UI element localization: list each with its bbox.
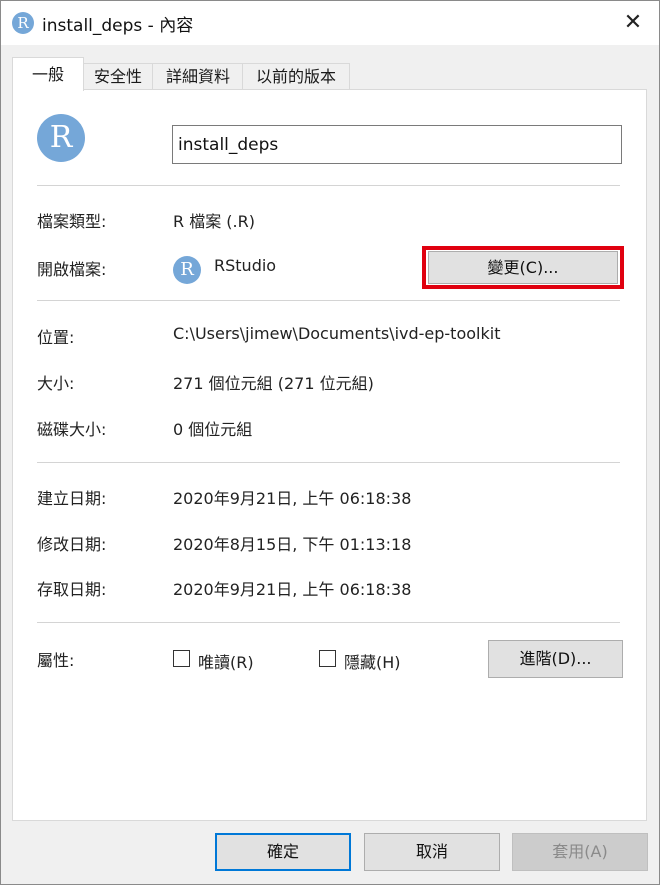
disk-size-label: 磁碟大小: bbox=[37, 420, 107, 439]
readonly-checkbox[interactable] bbox=[173, 650, 190, 667]
file-type-value: R 檔案 (.R) bbox=[173, 212, 255, 231]
r-file-icon: R bbox=[12, 12, 34, 34]
close-icon: ✕ bbox=[623, 10, 643, 35]
close-button[interactable]: ✕ bbox=[607, 1, 659, 45]
r-file-icon: R bbox=[37, 114, 85, 162]
cancel-button[interactable]: 取消 bbox=[364, 833, 500, 871]
created-label: 建立日期: bbox=[37, 489, 107, 508]
divider bbox=[37, 462, 620, 463]
accessed-label: 存取日期: bbox=[37, 580, 107, 599]
tab-general[interactable]: 一般 bbox=[12, 57, 84, 91]
hidden-label[interactable]: 隱藏(H) bbox=[344, 649, 401, 673]
file-type-label: 檔案類型: bbox=[37, 212, 107, 231]
title-bar: R install_deps - 內容 ✕ bbox=[1, 1, 659, 45]
tab-details[interactable]: 詳細資料 bbox=[152, 63, 244, 90]
hidden-checkbox[interactable] bbox=[319, 650, 336, 667]
rstudio-icon: R bbox=[173, 256, 201, 284]
attributes-label: 屬性: bbox=[37, 651, 75, 670]
accessed-value: 2020年9月21日, 上午 06:18:38 bbox=[173, 580, 412, 599]
divider bbox=[37, 300, 620, 301]
disk-size-value: 0 個位元組 bbox=[173, 420, 253, 439]
advanced-button[interactable]: 進階(D)... bbox=[488, 640, 623, 678]
general-panel bbox=[12, 89, 647, 821]
location-value: C:\Users\jimew\Documents\ivd-ep-toolkit bbox=[173, 324, 501, 343]
ok-button[interactable]: 確定 bbox=[215, 833, 351, 871]
file-name-input[interactable] bbox=[172, 125, 622, 164]
opens-with-app: RStudio bbox=[214, 256, 277, 275]
modified-label: 修改日期: bbox=[37, 535, 107, 554]
change-button[interactable]: 變更(C)... bbox=[428, 251, 618, 284]
divider bbox=[37, 185, 620, 186]
modified-value: 2020年8月15日, 下午 01:13:18 bbox=[173, 535, 412, 554]
divider bbox=[37, 622, 620, 623]
properties-dialog: R install_deps - 內容 ✕ 一般 安全性 詳細資料 以前的版本 … bbox=[0, 0, 660, 885]
size-label: 大小: bbox=[37, 374, 75, 393]
tab-security[interactable]: 安全性 bbox=[82, 63, 154, 90]
created-value: 2020年9月21日, 上午 06:18:38 bbox=[173, 489, 412, 508]
apply-button[interactable]: 套用(A) bbox=[512, 833, 648, 871]
location-label: 位置: bbox=[37, 328, 75, 347]
window-title: install_deps - 內容 bbox=[42, 16, 194, 36]
opens-with-label: 開啟檔案: bbox=[37, 260, 107, 279]
readonly-label[interactable]: 唯讀(R) bbox=[198, 649, 254, 673]
tab-previous-versions[interactable]: 以前的版本 bbox=[242, 63, 350, 90]
size-value: 271 個位元組 (271 位元組) bbox=[173, 374, 374, 393]
